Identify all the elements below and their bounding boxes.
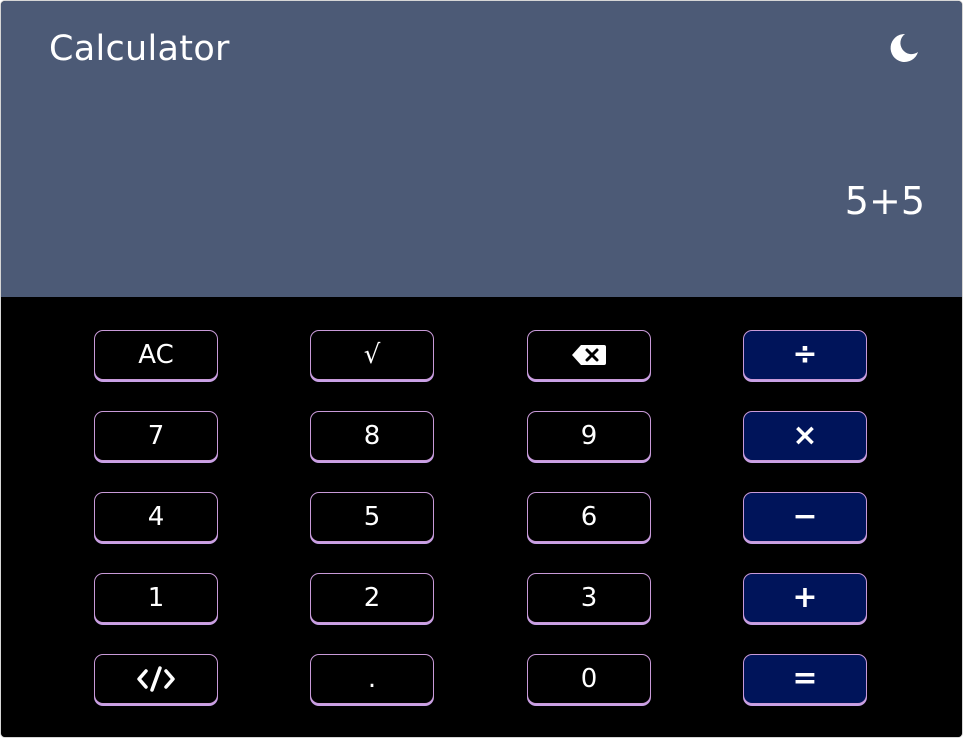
code-button[interactable] [94,654,218,704]
divide-button[interactable]: ÷ [743,330,867,380]
backspace-button[interactable] [527,330,651,380]
two-label: 2 [363,583,381,613]
six-label: 6 [580,502,598,532]
decimal-button[interactable]: . [310,654,434,704]
divide-label: ÷ [792,337,818,372]
five-button[interactable]: 5 [310,492,434,542]
four-button[interactable]: 4 [94,492,218,542]
display-panel: Calculator 5+5 [1,1,962,297]
moon-icon [890,33,918,62]
plus-label: + [792,580,818,615]
three-button[interactable]: 3 [527,573,651,623]
expression-display: 5+5 [844,179,925,223]
theme-toggle-button[interactable] [885,30,921,66]
eight-button[interactable]: 8 [310,411,434,461]
three-label: 3 [580,583,598,613]
clear-label: AC [138,340,174,370]
six-button[interactable]: 6 [527,492,651,542]
equals-button[interactable]: = [743,654,867,704]
sqrt-label: √ [363,340,381,370]
five-label: 5 [363,502,381,532]
zero-label: 0 [580,664,598,694]
four-label: 4 [147,502,165,532]
calculator-app: Calculator 5+5 AC √ ÷ 7 8 9 × 4 5 6 − 1 … [1,1,962,737]
nine-label: 9 [580,421,598,451]
app-title: Calculator [49,29,230,69]
clear-button[interactable]: AC [94,330,218,380]
minus-button[interactable]: − [743,492,867,542]
multiply-button[interactable]: × [743,411,867,461]
code-icon [137,666,175,692]
sqrt-button[interactable]: √ [310,330,434,380]
equals-label: = [792,661,818,696]
backspace-icon [572,345,606,365]
one-label: 1 [147,583,165,613]
one-button[interactable]: 1 [94,573,218,623]
keypad: AC √ ÷ 7 8 9 × 4 5 6 − 1 2 3 + . 0 = [1,297,962,737]
decimal-label: . [367,664,377,694]
two-button[interactable]: 2 [310,573,434,623]
zero-button[interactable]: 0 [527,654,651,704]
seven-label: 7 [147,421,165,451]
plus-button[interactable]: + [743,573,867,623]
eight-label: 8 [363,421,381,451]
multiply-label: × [792,418,818,453]
nine-button[interactable]: 9 [527,411,651,461]
seven-button[interactable]: 7 [94,411,218,461]
minus-label: − [792,499,818,534]
